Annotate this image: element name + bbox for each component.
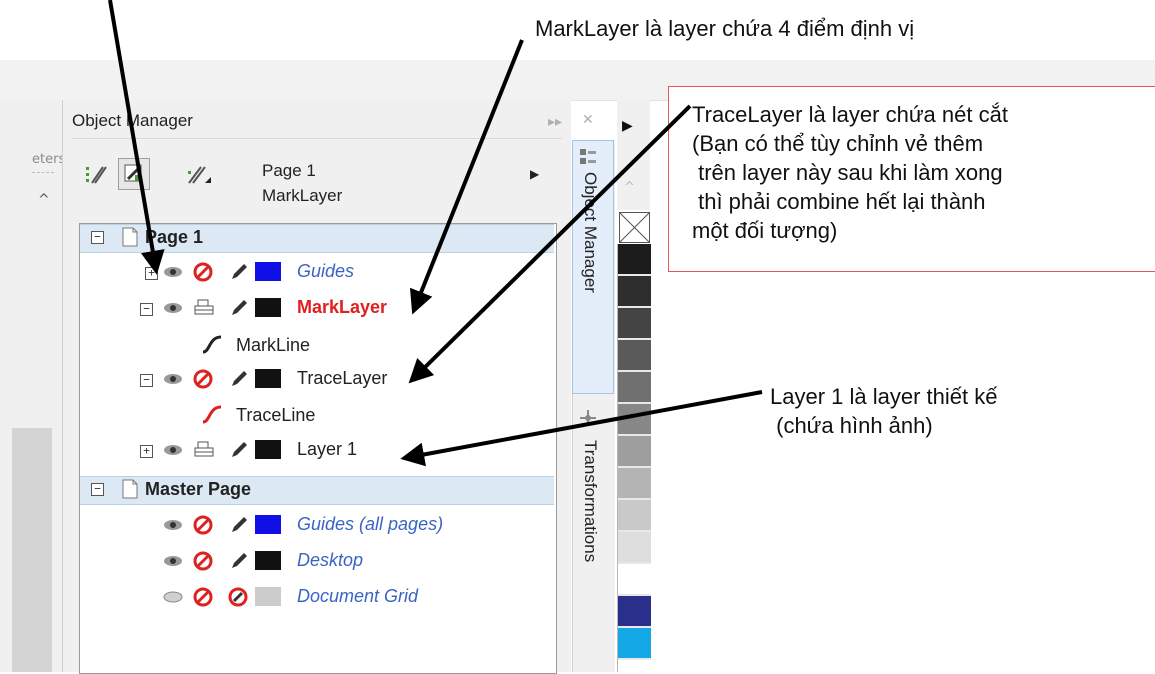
arrow-to-guides bbox=[108, 0, 165, 275]
arrow-to-marklayer bbox=[409, 39, 524, 315]
annotation-arrows bbox=[108, 0, 763, 467]
arrow-to-layer1 bbox=[400, 390, 763, 467]
arrow-to-tracelayer bbox=[408, 104, 692, 384]
